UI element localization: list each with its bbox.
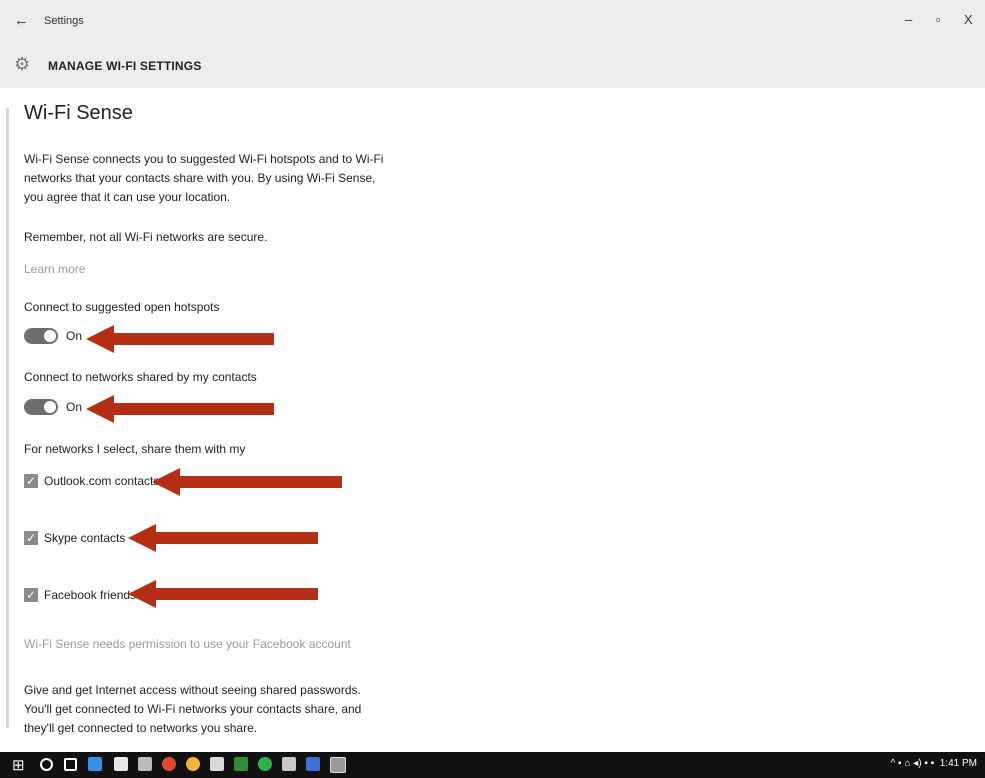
description-line-1: Wi-Fi Sense connects you to suggested Wi…	[24, 152, 384, 166]
app-icon-7[interactable]	[306, 757, 320, 771]
toggle-contacts-networks[interactable]: On	[24, 398, 82, 418]
share-heading: For networks I select, share them with m…	[24, 442, 246, 456]
red-arrow-5	[128, 580, 318, 608]
checkbox-checked-icon[interactable]: ✓	[24, 587, 38, 602]
app-icon-3[interactable]	[210, 757, 224, 771]
checkbox-checked-icon[interactable]: ✓	[24, 473, 38, 488]
app-icon-2[interactable]	[186, 757, 200, 771]
system-tray[interactable]: ^ ▪ ⌂ ◂) ▪ ▪ 1:41 PM	[891, 758, 977, 769]
maximize-button[interactable]: ▫	[936, 12, 941, 27]
toggle-state: On	[66, 328, 83, 343]
red-arrow-1	[86, 325, 274, 353]
minimize-button[interactable]: –	[905, 12, 912, 27]
file-explorer-icon[interactable]	[114, 757, 128, 771]
learn-more-link[interactable]: Learn more	[24, 262, 85, 276]
app-icon-1[interactable]	[162, 757, 176, 771]
description-line-3: you agree that it can use your location.	[24, 190, 231, 204]
toggle-switch[interactable]	[24, 327, 58, 344]
scroll-indicator[interactable]	[6, 108, 9, 728]
app-icon-4[interactable]	[234, 757, 248, 771]
footer-line-1: Give and get Internet access without see…	[24, 683, 361, 697]
description-line-2: networks that your contacts share with y…	[24, 171, 376, 185]
checkbox-outlook[interactable]: ✓ Outlook.com contacts	[24, 472, 159, 492]
page-header-bar: ⚙ MANAGE WI-FI SETTINGS	[0, 44, 985, 88]
app-icon-6[interactable]	[282, 757, 296, 771]
gear-icon: ⚙	[14, 54, 31, 74]
cortana-icon[interactable]	[40, 758, 53, 771]
footer-line-2: You'll get connected to Wi-Fi networks y…	[24, 702, 362, 716]
checkbox-label: Skype contacts	[44, 530, 126, 545]
toggle-knob	[44, 400, 56, 413]
red-arrow-3	[152, 468, 342, 496]
windows-start-icon[interactable]: ⊞	[12, 756, 25, 774]
close-button[interactable]: X	[964, 12, 973, 27]
red-arrow-4	[128, 524, 318, 552]
section-title: Wi-Fi Sense	[24, 102, 133, 124]
checkbox-facebook[interactable]: ✓ Facebook friends	[24, 586, 136, 606]
taskbar: ⊞ ^ ▪ ⌂ ◂) ▪ ▪ 1:41 PM	[0, 752, 985, 778]
toggle-switch[interactable]	[24, 398, 58, 415]
back-button[interactable]: ←	[14, 12, 29, 29]
checkbox-checked-icon[interactable]: ✓	[24, 530, 38, 545]
toggle-label-contacts-networks: Connect to networks shared by my contact…	[24, 370, 257, 384]
remember-text: Remember, not all Wi-Fi networks are sec…	[24, 230, 268, 244]
tray-icons[interactable]: ^ ▪ ⌂ ◂) ▪ ▪	[891, 758, 935, 769]
toggle-label-open-hotspots: Connect to suggested open hotspots	[24, 300, 220, 314]
toggle-open-hotspots[interactable]: On	[24, 327, 82, 347]
checkbox-label: Facebook friends	[44, 587, 137, 602]
toggle-knob	[44, 329, 56, 342]
page-title: MANAGE WI-FI SETTINGS	[48, 59, 202, 73]
app-title: Settings	[44, 15, 84, 27]
task-view-icon[interactable]	[64, 758, 77, 771]
footer-line-3: they'll get connected to networks you sh…	[24, 721, 258, 735]
edge-icon[interactable]	[88, 757, 102, 771]
store-icon[interactable]	[138, 757, 152, 771]
toggle-state: On	[66, 399, 83, 414]
title-bar: ← Settings – ▫ X	[0, 0, 985, 44]
red-arrow-2	[86, 395, 274, 423]
checkbox-skype[interactable]: ✓ Skype contacts	[24, 529, 125, 549]
clock[interactable]: 1:41 PM	[940, 758, 977, 769]
app-icon-5[interactable]	[258, 757, 272, 771]
checkbox-label: Outlook.com contacts	[44, 473, 160, 488]
settings-taskbar-icon[interactable]	[330, 757, 346, 773]
facebook-permission-note[interactable]: Wi-Fi Sense needs permission to use your…	[24, 637, 351, 651]
